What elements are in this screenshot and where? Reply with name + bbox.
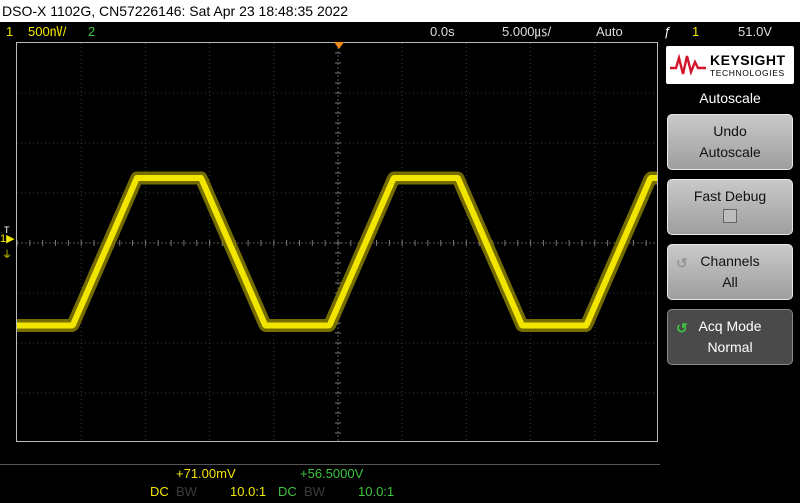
keysight-logo: KEYSIGHT TECHNOLOGIES — [666, 46, 794, 84]
softkey-panel: KEYSIGHT TECHNOLOGIES Autoscale Undo Aut… — [660, 42, 800, 503]
ch2-coupling: DC — [278, 484, 297, 499]
fast-debug-button[interactable]: Fast Debug — [667, 179, 793, 235]
divider — [0, 464, 660, 465]
time-delay[interactable]: 0.0s — [430, 22, 455, 42]
window-title: DSO-X 1102G, CN57226146: Sat Apr 23 18:4… — [0, 0, 800, 22]
acq-mode-button[interactable]: ↺ Acq Mode Normal — [667, 309, 793, 365]
trigger-level[interactable]: 51.0V — [738, 22, 772, 42]
ch2-number[interactable]: 2 — [88, 22, 95, 42]
trigger-mode[interactable]: Auto — [596, 22, 623, 42]
keysight-wave-icon — [670, 54, 706, 76]
ch2-bw-limit: BW — [304, 484, 325, 499]
waveform-display[interactable] — [16, 42, 658, 442]
logo-subtitle: TECHNOLOGIES — [710, 68, 785, 78]
ground-icon: ⏚ — [2, 250, 12, 261]
status-bar: 1 500㎵/ 2 0.0s 5.000㎲/ Auto ƒ 1 51.0V — [0, 22, 800, 42]
ch1-ground-marker[interactable]: 1▶ — [0, 234, 15, 245]
ch2-offset[interactable]: +56.5000V — [300, 466, 363, 481]
ch1-bw-limit: BW — [176, 484, 197, 499]
ch1-offset[interactable]: +71.00mV — [176, 466, 236, 481]
softkey-label: Undo — [713, 123, 747, 139]
trigger-source[interactable]: 1 — [692, 22, 699, 42]
fast-debug-checkbox[interactable] — [723, 209, 737, 223]
softkey-label: Fast Debug — [693, 188, 767, 204]
ch2-probe: 10.0:1 — [358, 484, 395, 499]
ch1-number[interactable]: 1 — [6, 22, 13, 42]
trigger-edge-icon: ƒ — [664, 24, 672, 39]
entry-knob-icon: ↺ — [676, 255, 688, 271]
time-scale[interactable]: 5.000㎲/ — [502, 22, 551, 42]
undo-autoscale-button[interactable]: Undo Autoscale — [667, 114, 793, 170]
softkey-label: All — [722, 274, 738, 290]
graticule — [17, 43, 657, 441]
softkey-label: Autoscale — [699, 144, 761, 160]
softkey-label: Normal — [707, 339, 753, 355]
logo-brand: KEYSIGHT — [710, 52, 786, 68]
entry-knob-icon: ↺ — [676, 320, 688, 336]
channels-button[interactable]: ↺ Channels All — [667, 244, 793, 300]
menu-title: Autoscale — [699, 90, 761, 106]
ch1-probe: 10.0:1 — [230, 484, 267, 499]
channel-info-bar: +71.00mV +56.5000V DC BW 10.0:1 DC BW 10… — [0, 442, 660, 503]
ch1-scale[interactable]: 500㎵/ — [28, 22, 66, 42]
trigger-position-marker[interactable] — [334, 42, 344, 49]
ch1-coupling: DC — [150, 484, 169, 499]
